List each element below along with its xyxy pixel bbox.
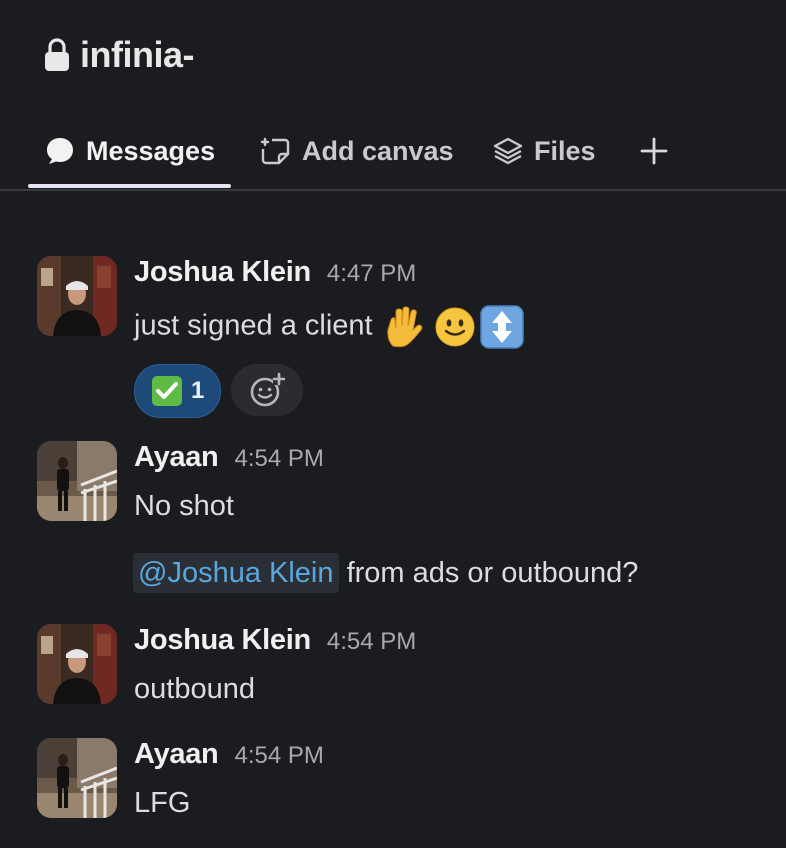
check-mark-button-emoji	[152, 376, 182, 406]
add-tab-button[interactable]	[638, 118, 670, 184]
reaction-check-button[interactable]: 1	[134, 364, 222, 418]
tabs-divider	[0, 189, 786, 191]
message-body: Ayaan 4:54 PM LFG	[134, 738, 324, 820]
active-tab-indicator	[28, 184, 231, 188]
tab-files-label: Files	[534, 135, 596, 166]
slightly-smiling-face-emoji	[435, 307, 475, 347]
message-author[interactable]: Joshua Klein	[134, 624, 311, 657]
avatar-photo	[37, 441, 117, 521]
slack-channel-view: infinia- Messages Add canvas Files Joshu…	[0, 0, 786, 848]
reactions-bar: 1	[134, 364, 525, 418]
avatar[interactable]	[37, 738, 117, 818]
message-followup-text: from ads or outbound?	[346, 557, 639, 589]
message-body: Ayaan 4:54 PM No shot @Joshua Klein from…	[133, 441, 639, 593]
channel-title: infinia-	[80, 34, 194, 75]
raised-hand-emoji	[386, 306, 422, 348]
tab-files[interactable]: Files	[492, 118, 596, 184]
tab-messages-label: Messages	[86, 135, 216, 166]
message-author[interactable]: Joshua Klein	[134, 256, 311, 289]
avatar[interactable]	[37, 256, 117, 336]
chat-bubble-icon	[47, 138, 73, 164]
message-text: just signed a client	[134, 304, 525, 350]
message-body: Joshua Klein 4:54 PM outbound	[134, 624, 416, 706]
message-timestamp[interactable]: 4:54 PM	[327, 628, 416, 656]
message-author[interactable]: Ayaan	[134, 738, 219, 771]
avatar-photo	[37, 624, 117, 704]
message-followup: @Joshua Klein from ads or outbound?	[133, 553, 639, 593]
channel-header[interactable]: infinia-	[42, 34, 194, 76]
avatar-photo	[37, 256, 117, 336]
message-text: outbound	[134, 673, 255, 705]
message-body: Joshua Klein 4:47 PM just signed a clien…	[134, 256, 525, 418]
channel-tabs: Messages Add canvas Files	[0, 118, 786, 190]
reaction-count: 1	[191, 377, 205, 404]
plus-icon	[640, 137, 668, 165]
avatar-photo	[37, 738, 117, 818]
layers-icon	[493, 137, 523, 165]
tab-messages[interactable]: Messages	[44, 118, 215, 184]
up-down-arrow-emoji	[479, 305, 524, 349]
tab-add-canvas-label: Add canvas	[302, 135, 454, 166]
lock-icon	[45, 38, 69, 71]
message-timestamp[interactable]: 4:54 PM	[234, 742, 323, 770]
user-mention[interactable]: @Joshua Klein	[133, 553, 339, 593]
message-author[interactable]: Ayaan	[134, 441, 219, 474]
tab-add-canvas[interactable]: Add canvas	[258, 118, 454, 184]
add-reaction-button[interactable]	[231, 364, 304, 416]
message-timestamp[interactable]: 4:54 PM	[234, 445, 323, 473]
avatar[interactable]	[37, 441, 117, 521]
message-timestamp[interactable]: 4:47 PM	[327, 260, 416, 288]
message-text-content: just signed a client	[134, 309, 373, 342]
avatar[interactable]	[37, 624, 117, 704]
message-text: No shot	[134, 490, 234, 522]
add-emoji-icon	[251, 372, 286, 407]
message-text: LFG	[134, 787, 191, 819]
canvas-add-icon	[260, 137, 290, 165]
